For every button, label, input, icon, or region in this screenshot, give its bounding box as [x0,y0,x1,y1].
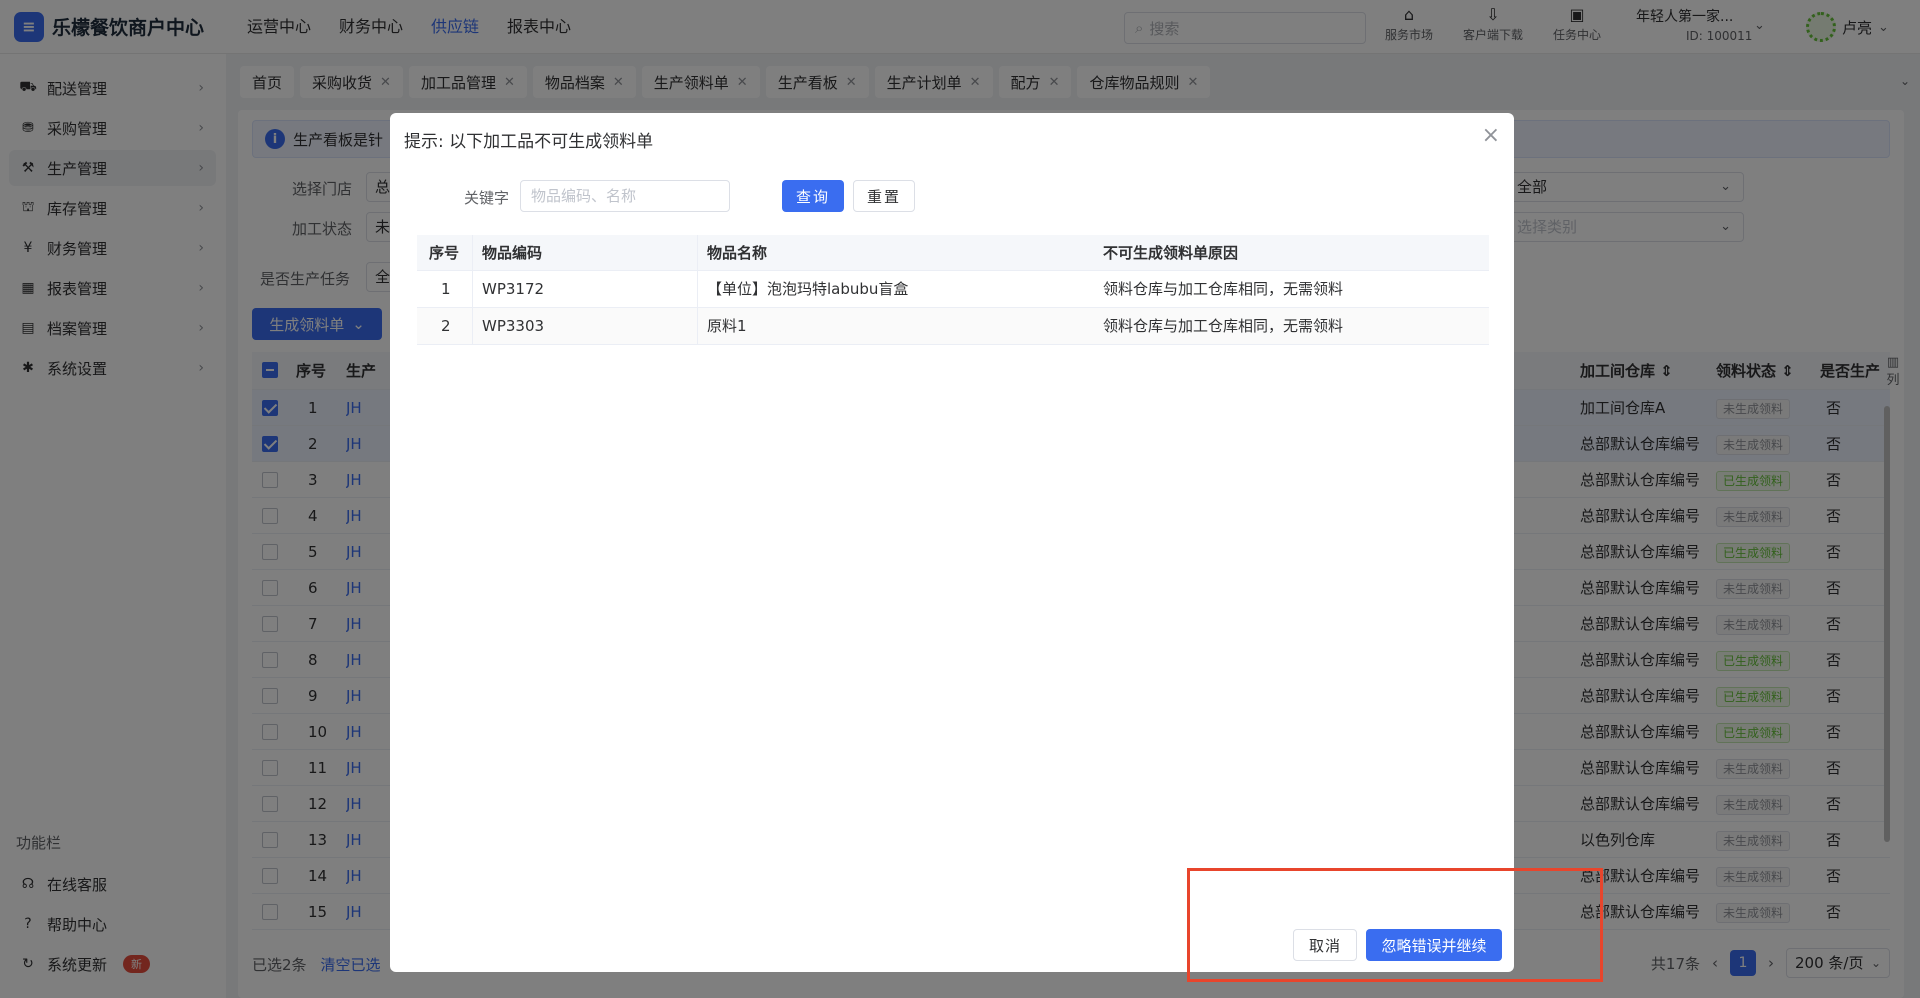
column-divider [697,235,698,345]
table-row: 2 WP3303 原料1 领料仓库与加工仓库相同，无需领料 [417,308,1489,345]
dialog-title: 提示: 以下加工品不可生成领料单 [404,132,654,152]
error-dialog: 提示: 以下加工品不可生成领料单 × 关键字 查询 重置 序号 物品编码 物品名… [390,113,1514,972]
item-name: 【单位】泡泡玛特labubu盲盒 [707,280,909,298]
query-button[interactable]: 查询 [782,180,844,212]
row-index: 2 [441,317,451,335]
highlight-annotation [1187,868,1603,982]
item-code: WP3172 [482,280,545,298]
keyword-input[interactable] [520,180,730,212]
header-item-name: 物品名称 [707,244,768,262]
header-item-code: 物品编码 [482,244,543,262]
column-divider [472,235,473,345]
header-index: 序号 [429,244,460,262]
row-index: 1 [441,280,451,298]
item-code: WP3303 [482,317,545,335]
table-row: 1 WP3172 【单位】泡泡玛特labubu盲盒 领料仓库与加工仓库相同，无需… [417,271,1489,308]
reason: 领料仓库与加工仓库相同，无需领料 [1103,317,1344,335]
close-icon[interactable]: × [1482,123,1500,148]
keyword-label: 关键字 [464,189,510,207]
reset-button[interactable]: 重置 [853,180,915,212]
header-reason: 不可生成领料单原因 [1103,244,1239,262]
reason: 领料仓库与加工仓库相同，无需领料 [1103,280,1344,298]
item-name: 原料1 [707,317,747,335]
table-header: 序号 物品编码 物品名称 不可生成领料单原因 [417,235,1489,271]
